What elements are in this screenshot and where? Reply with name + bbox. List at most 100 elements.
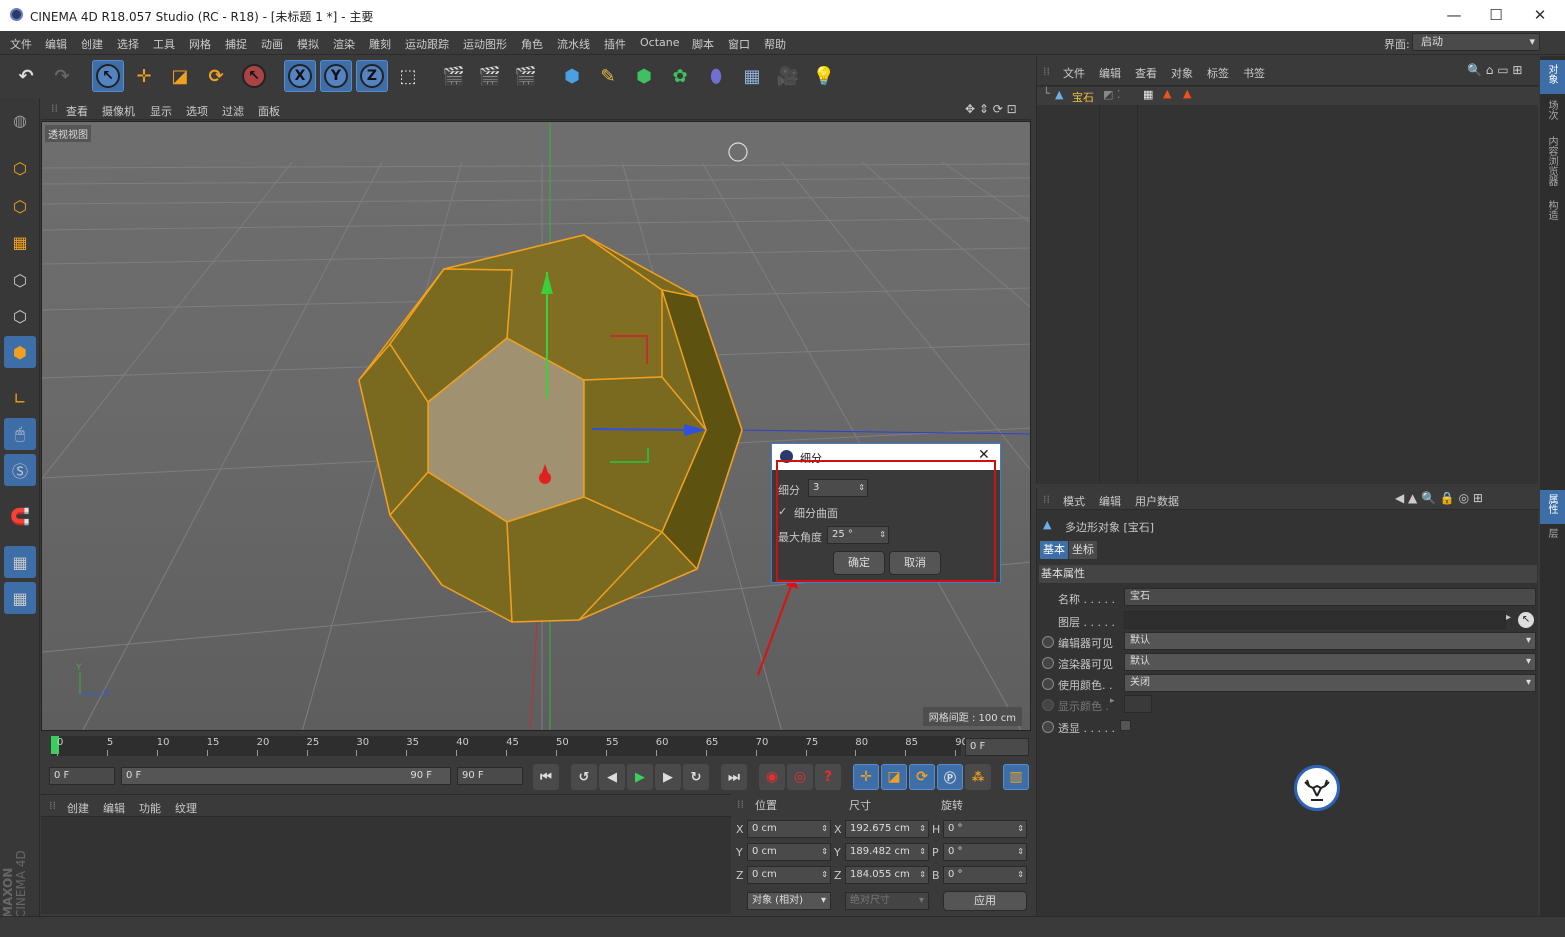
menu-mesh[interactable]: 网格	[189, 36, 211, 52]
menu-tools[interactable]: 工具	[153, 36, 175, 52]
material-menu-edit[interactable]: 编辑	[103, 800, 125, 816]
expand-arrow-icon[interactable]: ▸	[1110, 696, 1115, 706]
subdivision-icon[interactable]: ⬢	[628, 60, 660, 92]
rotate-icon[interactable]: ⟳	[200, 60, 232, 92]
cloner-icon[interactable]: ✿	[664, 60, 696, 92]
object-menu-view[interactable]: 查看	[1135, 65, 1157, 81]
points-mode-icon[interactable]: ⬡	[4, 264, 36, 296]
drag-handle-icon[interactable]: ⁞⁞	[51, 102, 58, 115]
timeline-icon[interactable]: ▥	[1003, 764, 1029, 790]
auto-key-icon[interactable]: ◎	[787, 764, 813, 790]
scale-icon[interactable]: ◪	[164, 60, 196, 92]
coord-mode-select[interactable]: 对象 (相对) ▾	[747, 892, 831, 910]
z-axis-lock-icon[interactable]: Z	[356, 60, 388, 92]
edges-mode-icon[interactable]: ⬡	[4, 300, 36, 332]
menu-help[interactable]: 帮助	[764, 36, 786, 52]
material-tag-icon[interactable]: ▲	[1183, 87, 1191, 100]
attr-menu-mode[interactable]: 模式	[1063, 493, 1085, 509]
recent-tool-icon[interactable]: ↖	[238, 60, 270, 92]
menu-edit[interactable]: 编辑	[45, 36, 67, 52]
rotation-field[interactable]: 0 ° ⇕	[943, 843, 1027, 861]
workplane-lock-icon[interactable]: ▦	[4, 546, 36, 578]
object-menu-edit[interactable]: 编辑	[1099, 65, 1121, 81]
viewport-menu-display[interactable]: 显示	[150, 103, 172, 119]
polygons-mode-icon[interactable]: ⬢	[4, 336, 36, 368]
cube-icon[interactable]: ⬢	[556, 60, 588, 92]
stepper-icon[interactable]: ⇕	[821, 821, 828, 837]
object-menu-tags[interactable]: 标签	[1207, 65, 1229, 81]
viewport-menu-camera[interactable]: 摄像机	[102, 103, 135, 119]
rtab-layers[interactable]: 层	[1544, 528, 1559, 538]
stepper-icon[interactable]: ⇕	[919, 867, 926, 883]
make-editable-icon[interactable]: ◍	[4, 104, 36, 136]
render-settings-icon[interactable]: 🎬	[510, 60, 542, 92]
current-frame-field[interactable]: 0 F	[965, 738, 1029, 756]
key-rotation-icon[interactable]: ⟳	[909, 764, 935, 790]
deformer-icon[interactable]: ⬮	[700, 60, 732, 92]
y-axis-lock-icon[interactable]: Y	[320, 60, 352, 92]
size-field[interactable]: 192.675 cm ⇕	[845, 820, 929, 838]
pen-icon[interactable]: ✎	[592, 60, 624, 92]
model-mode-icon[interactable]: ⬡	[4, 152, 36, 184]
record-keys-icon[interactable]: ◉	[759, 764, 785, 790]
rotation-field[interactable]: 0 ° ⇕	[943, 866, 1027, 884]
start-frame-field[interactable]: 0 F	[49, 767, 115, 785]
floor-icon[interactable]: ▦	[736, 60, 768, 92]
key-position-icon[interactable]: ✛	[853, 764, 879, 790]
menu-octane[interactable]: Octane	[640, 36, 680, 49]
menu-character[interactable]: 角色	[521, 36, 543, 52]
move-icon[interactable]: ✛	[128, 60, 160, 92]
workplane-mode-icon[interactable]: ▦	[4, 226, 36, 258]
rtab-takes[interactable]: 场次	[1544, 100, 1559, 120]
object-menu-file[interactable]: 文件	[1063, 65, 1085, 81]
menu-snap[interactable]: 捕捉	[225, 36, 247, 52]
rtab-content-browser[interactable]: 内容浏览器	[1544, 136, 1559, 186]
tab-coord[interactable]: 坐标	[1069, 541, 1097, 559]
size-field[interactable]: 184.055 cm ⇕	[845, 866, 929, 884]
render-view-icon[interactable]: 🎬	[438, 60, 470, 92]
use-color-select[interactable]: 关闭 ▾	[1124, 674, 1536, 692]
end-frame-field[interactable]: 90 F	[457, 767, 523, 785]
prev-key-icon[interactable]: ↺	[571, 764, 597, 790]
rotation-field[interactable]: 0 ° ⇕	[943, 820, 1027, 838]
attr-menu-edit[interactable]: 编辑	[1099, 493, 1121, 509]
editor-visible-select[interactable]: 默认 ▾	[1124, 632, 1536, 650]
menu-render[interactable]: 渲染	[333, 36, 355, 52]
position-field[interactable]: 0 cm ⇕	[747, 866, 831, 884]
timeline-ruler[interactable]: 0 5 10 15 20 25 30 35 40 45 50 55 60 65 70 75 80 85 90 0 F	[41, 734, 1031, 760]
menu-motion-tracking[interactable]: 运动跟踪	[405, 36, 449, 52]
snap-icon[interactable]: 🧲	[4, 500, 36, 532]
stepper-icon[interactable]: ⇕	[821, 844, 828, 860]
material-menu-create[interactable]: 创建	[67, 800, 89, 816]
drag-handle-icon[interactable]: ⁞⁞	[1043, 65, 1050, 78]
goto-end-icon[interactable]: ⏭	[721, 764, 747, 790]
key-scale-icon[interactable]: ◪	[881, 764, 907, 790]
light-icon[interactable]: 💡	[808, 60, 840, 92]
stepper-icon[interactable]: ⇕	[919, 844, 926, 860]
close-button[interactable]: ✕	[1520, 4, 1560, 26]
menu-mograph[interactable]: 运动图形	[463, 36, 507, 52]
animate-radio-icon[interactable]	[1042, 636, 1054, 648]
size-field[interactable]: 189.482 cm ⇕	[845, 843, 929, 861]
menu-sculpt[interactable]: 雕刻	[369, 36, 391, 52]
tweak-mode-icon[interactable]: 🖱	[4, 418, 36, 450]
menu-select[interactable]: 选择	[117, 36, 139, 52]
object-nav-icons[interactable]: 🔍 ⌂ ▭ ⊞	[1467, 63, 1522, 77]
size-mode-select[interactable]: 绝对尺寸 ▾	[845, 892, 929, 910]
next-key-icon[interactable]: ↻	[683, 764, 709, 790]
layer-arrow-icon[interactable]: ▸	[1506, 612, 1511, 623]
drag-handle-icon[interactable]: ⁞⁞	[1043, 493, 1050, 506]
z-move-handle[interactable]	[591, 428, 693, 431]
attr-menu-userdata[interactable]: 用户数据	[1135, 493, 1179, 509]
solo-mode-icon[interactable]: Ⓢ	[4, 454, 36, 486]
x-axis-lock-icon[interactable]: X	[284, 60, 316, 92]
viewport-menu-view[interactable]: 查看	[66, 103, 88, 119]
rtab-structure[interactable]: 构造	[1544, 200, 1559, 220]
tab-basic[interactable]: 基本	[1040, 541, 1068, 559]
workplane-align-icon[interactable]: ▦	[4, 582, 36, 614]
frame-range-slider[interactable]: 0 F 90 F	[121, 767, 451, 785]
object-row-gem[interactable]: └ ▲ 宝石 ◩ ⁚ ▦ ▲ ▲	[1037, 87, 1539, 105]
prev-frame-icon[interactable]: ◀	[599, 764, 625, 790]
animate-radio-icon[interactable]	[1042, 721, 1054, 733]
stepper-icon[interactable]: ⇕	[1017, 867, 1024, 883]
